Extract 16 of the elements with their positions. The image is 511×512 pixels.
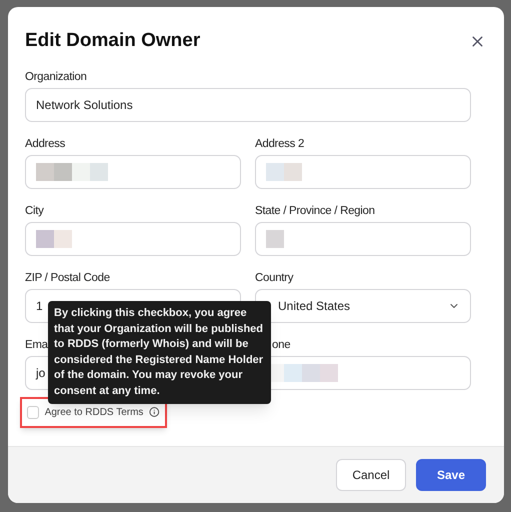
field-label: Country — [255, 270, 294, 284]
checkbox-label: Agree to RDDS Terms — [44, 406, 144, 420]
field-label: Address — [25, 136, 66, 150]
field-label: State / Province / Region — [255, 204, 375, 218]
field-value: United States — [278, 298, 350, 314]
field-label: Ema — [25, 338, 48, 352]
field-label: Address 2 — [255, 136, 304, 150]
tooltip: By clicking this checkbox, you agree that your Organization will be published to RDDS (formerly Whois) and will be considered the Registered Name Holder of the domain. You may revoke your consent at any time. — [48, 301, 271, 404]
field-label: City — [25, 204, 44, 218]
field-value: Network Solutions — [36, 96, 133, 114]
field-label: Organization — [25, 70, 87, 84]
field-label: ZIP / Postal Code — [25, 270, 110, 284]
dialog-title: Edit Domain Owner — [25, 29, 200, 53]
field-label: one — [271, 338, 290, 352]
field-value: 1 — [36, 298, 43, 314]
field-value: jo — [36, 364, 46, 382]
